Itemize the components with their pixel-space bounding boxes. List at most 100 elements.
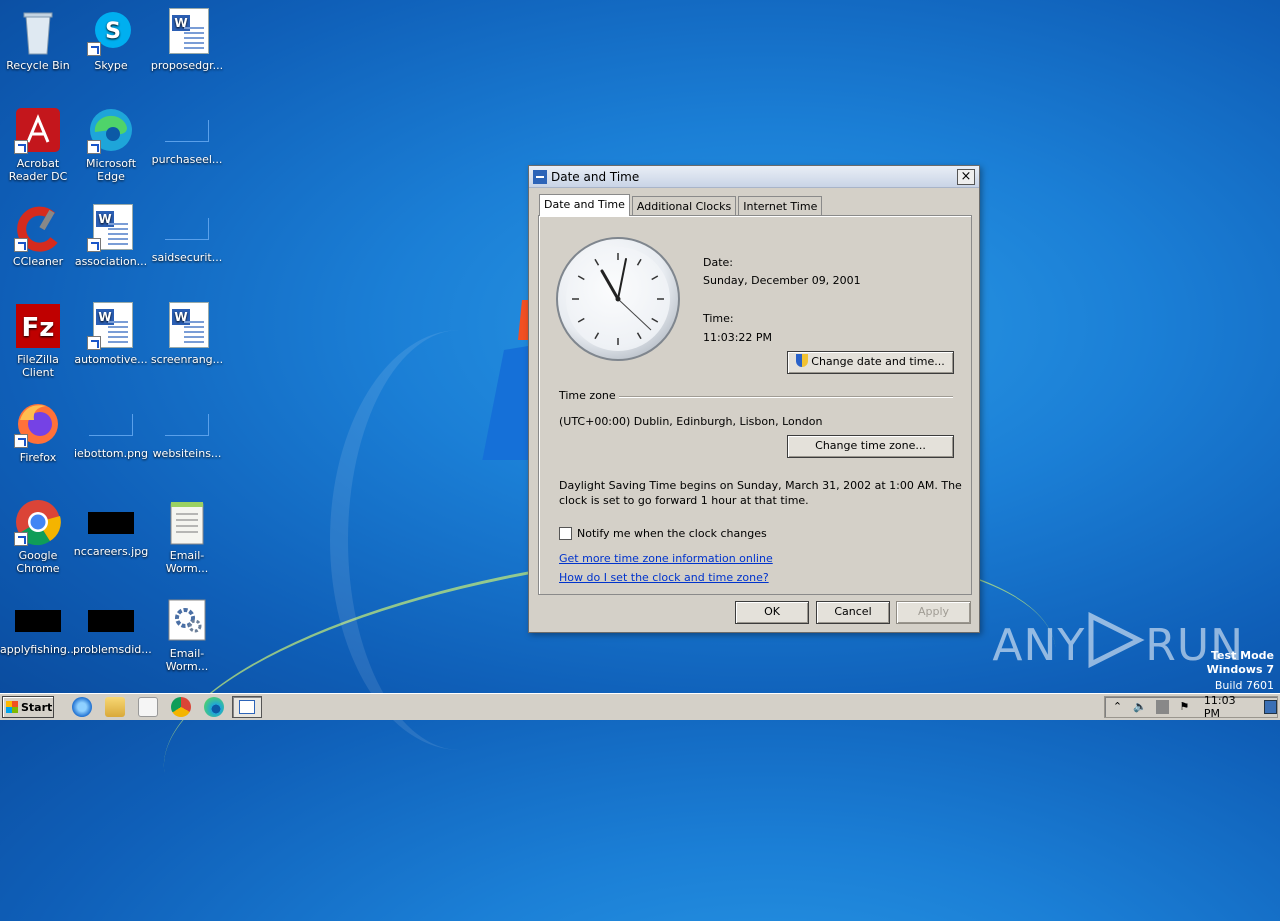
image-thumbnail-icon <box>88 610 134 632</box>
internet-explorer-icon[interactable] <box>72 697 92 717</box>
calendar-icon <box>533 169 547 184</box>
network-icon[interactable] <box>1155 700 1169 714</box>
filezilla-icon: Fz <box>14 302 62 350</box>
desktop-icon-chrome[interactable]: Google Chrome <box>0 498 76 575</box>
file-explorer-icon[interactable] <box>105 697 125 717</box>
blank-thumbnail-icon <box>165 218 209 240</box>
cancel-button[interactable]: Cancel <box>816 601 890 624</box>
date-value: Sunday, December 09, 2001 <box>703 274 861 287</box>
desktop-icon-skype[interactable]: S Skype <box>73 8 149 72</box>
tab-strip: Date and Time Additional Clocks Internet… <box>539 194 824 216</box>
icon-label: Firefox <box>19 451 57 464</box>
change-date-time-label: Change date and time... <box>811 355 945 368</box>
desktop-icon-email-worm-1[interactable]: Email-Worm... <box>149 498 225 575</box>
chrome-icon <box>14 498 62 546</box>
tray-clock[interactable]: 11:03 PM <box>1204 694 1252 720</box>
desktop-icon-association[interactable]: W association... <box>73 204 149 268</box>
test-mode-text: Test Mode <box>1211 649 1274 662</box>
firefox-icon <box>14 400 62 448</box>
windows-version-text: Windows 7 <box>1206 663 1274 676</box>
notify-checkbox[interactable] <box>559 527 572 540</box>
shortcut-arrow-icon <box>87 140 101 154</box>
analog-clock-icon <box>556 237 680 361</box>
icon-label: websiteins... <box>152 447 222 460</box>
chevron-up-icon[interactable]: ⌃ <box>1111 700 1124 714</box>
desktop-icon-edge[interactable]: Microsoft Edge <box>73 106 149 183</box>
desktop-icon-problemsdid[interactable]: problemsdid... <box>73 596 152 656</box>
chrome-taskbar-icon[interactable] <box>171 697 191 717</box>
notepad-icon <box>163 498 211 546</box>
recycle-bin-icon <box>14 8 62 56</box>
icon-label: purchaseel... <box>151 153 223 166</box>
tab-date-and-time[interactable]: Date and Time <box>539 194 630 216</box>
ok-button[interactable]: OK <box>735 601 809 624</box>
desktop-icon-proposedgr[interactable]: W proposedgr... <box>149 8 225 72</box>
icon-label: Acrobat Reader DC <box>8 157 68 183</box>
build-number-text: Build 7601 <box>1214 679 1274 692</box>
close-button[interactable]: × <box>957 168 975 185</box>
image-thumbnail-icon <box>15 610 61 632</box>
edge-icon <box>87 106 135 154</box>
icon-label: Recycle Bin <box>6 59 70 72</box>
timezone-value: (UTC+00:00) Dublin, Edinburgh, Lisbon, L… <box>559 415 823 428</box>
word-document-icon: W <box>163 302 211 350</box>
desktop-icon-websiteins[interactable]: websiteins... <box>149 400 225 460</box>
uac-shield-icon <box>796 354 809 367</box>
ccleaner-icon <box>14 204 62 252</box>
tab-additional-clocks[interactable]: Additional Clocks <box>631 196 737 216</box>
time-label: Time: <box>703 312 734 325</box>
icon-label: screenrang... <box>150 353 224 366</box>
desktop-icon-applyfishing[interactable]: applyfishing... <box>0 596 77 656</box>
desktop-icon-email-worm-2[interactable]: Email-Worm... <box>149 596 225 673</box>
desktop-icon-screenrang[interactable]: W screenrang... <box>149 302 225 366</box>
icon-label: association... <box>74 255 148 268</box>
word-document-icon: W <box>87 204 135 252</box>
desktop-icon-purchaseel[interactable]: purchaseel... <box>149 106 225 166</box>
word-document-icon: W <box>87 302 135 350</box>
icon-label: CCleaner <box>12 255 64 268</box>
desktop-icon-acrobat[interactable]: Acrobat Reader DC <box>0 106 76 183</box>
more-info-link[interactable]: Get more time zone information online <box>559 552 773 565</box>
icon-label: automotive... <box>74 353 148 366</box>
apply-button[interactable]: Apply <box>896 601 971 624</box>
dialog-titlebar[interactable]: Date and Time × <box>529 166 979 188</box>
flag-icon[interactable]: ⚑ <box>1178 700 1191 714</box>
icon-label: problemsdid... <box>73 643 152 656</box>
desktop-icon-nccareers[interactable]: nccareers.jpg <box>73 498 149 558</box>
desktop-icon-iebottom[interactable]: iebottom.png <box>73 400 149 460</box>
desktop-icon-filezilla[interactable]: Fz FileZilla Client <box>0 302 76 379</box>
desktop-icon-firefox[interactable]: Firefox <box>0 400 76 464</box>
dialog-title: Date and Time <box>551 169 640 184</box>
blank-thumbnail-icon <box>89 414 133 436</box>
how-to-link[interactable]: How do I set the clock and time zone? <box>559 571 769 584</box>
change-date-time-button[interactable]: Change date and time... <box>787 351 954 374</box>
media-player-icon[interactable] <box>138 697 158 717</box>
skype-icon: S <box>87 8 135 56</box>
play-triangle-icon <box>1088 611 1145 669</box>
icon-label: Google Chrome <box>16 549 60 575</box>
desktop-icon-recycle-bin[interactable]: Recycle Bin <box>0 8 76 72</box>
show-desktop-icon[interactable] <box>1263 700 1277 714</box>
date-time-taskbar-button[interactable] <box>232 696 262 718</box>
icon-label: FileZilla Client <box>17 353 59 379</box>
desktop-icon-ccleaner[interactable]: CCleaner <box>0 204 76 268</box>
svg-text:Fz: Fz <box>22 313 55 343</box>
shortcut-arrow-icon <box>14 140 28 154</box>
start-button[interactable]: Start <box>2 696 54 718</box>
edge-taskbar-icon[interactable] <box>204 697 224 717</box>
blank-thumbnail-icon <box>165 414 209 436</box>
time-value: 11:03:22 PM <box>703 331 773 344</box>
shortcut-arrow-icon <box>14 532 28 546</box>
image-thumbnail-icon <box>88 512 134 534</box>
change-timezone-button[interactable]: Change time zone... <box>787 435 954 458</box>
icon-label: Skype <box>94 59 128 72</box>
date-label: Date: <box>703 256 733 269</box>
desktop-icon-saidsecurit[interactable]: saidsecurit... <box>149 204 225 264</box>
shortcut-arrow-icon <box>87 42 101 56</box>
desktop-icon-automotive[interactable]: W automotive... <box>73 302 149 366</box>
watermark-brand-left: ANY <box>992 620 1086 671</box>
tab-internet-time[interactable]: Internet Time <box>738 196 823 216</box>
volume-icon[interactable]: 🔈 <box>1133 700 1147 714</box>
icon-label: saidsecurit... <box>151 251 223 264</box>
windows-logo-icon <box>6 701 18 713</box>
